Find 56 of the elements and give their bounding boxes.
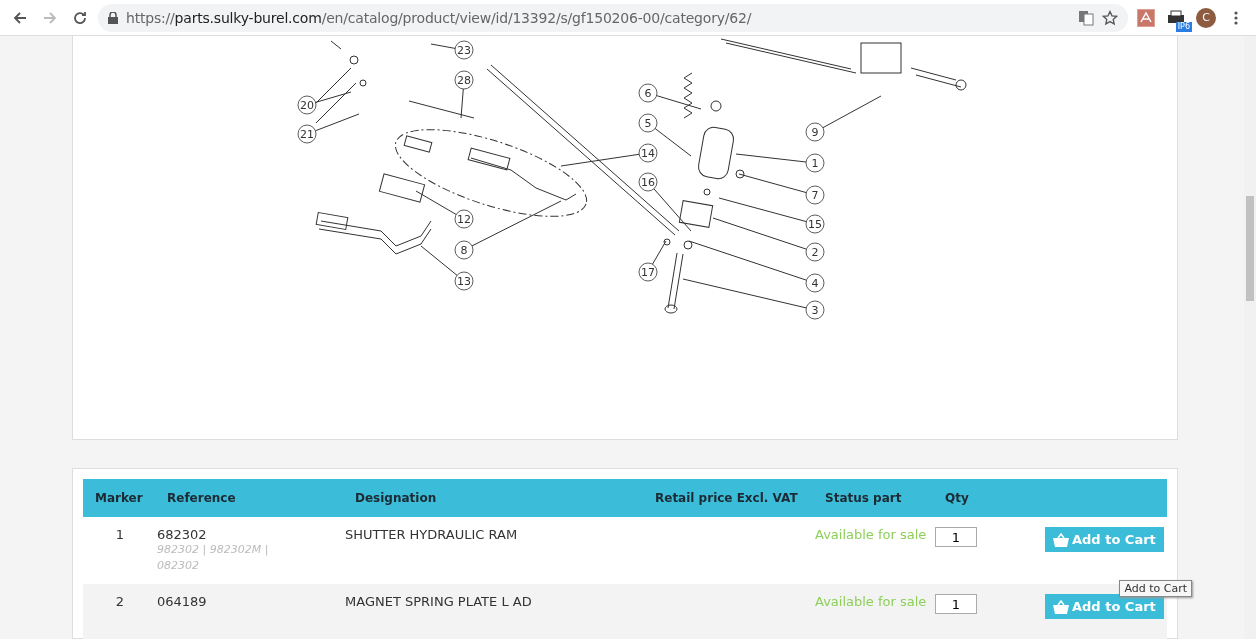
scrollbar-thumb[interactable] [1246,196,1254,301]
callout-number: 1 [805,153,825,173]
basket-icon [1053,532,1069,547]
leader-line [652,240,667,265]
status-text: Available for sale [815,594,928,609]
leader-line [822,95,882,129]
alternate-references: 982302 | 982302M | 082302 [157,542,270,574]
callout-number: 16 [638,172,658,192]
lock-icon [108,11,118,24]
profile-avatar[interactable]: C [1196,7,1216,28]
callout-number: 14 [638,143,658,163]
callout-number: 12 [454,209,474,229]
callout-number: 13 [454,271,474,291]
leader-line [654,128,692,157]
status-text: Available for sale [815,527,928,542]
reference-number: 682302 [157,527,208,542]
column-header: Reference [166,491,237,505]
star-icon[interactable] [1102,9,1118,26]
leader-line [420,245,458,276]
callout-number: 6 [638,83,658,103]
callout-number: 21 [297,124,317,144]
designation-cell-text: MAGNET SPRING PLATE L AD [345,594,533,609]
extension-badge: IP6 [1175,21,1192,32]
marker-cell-text: 2 [114,594,126,609]
translate-icon[interactable] [1078,9,1094,26]
url-text: https://parts.sulky-burel.com/en/catalog/product/view/id/13392/s/gf150206-00/category/62/ [126,9,752,26]
callout-number: 15 [805,214,825,234]
leader-line [735,153,807,163]
quantity-field[interactable]: 1 [935,527,977,547]
callout-number: 23 [454,40,474,60]
column-header: Qty [944,491,970,505]
callout-number: 3 [805,300,825,320]
address-bar[interactable]: https://parts.sulky-burel.com/en/catalog/product/view/id/13392/s/gf150206-00/category/62/ [98,3,1128,32]
quantity-field[interactable]: 1 [935,594,977,614]
column-header: Marker [94,491,144,505]
basket-icon [1053,599,1069,614]
leader-line [430,43,456,49]
callout-number: 28 [454,70,474,90]
callout-number: 8 [454,240,474,260]
column-header: Retail price Excl. VAT [654,491,799,505]
callout-number: 9 [805,122,825,142]
callout-number: 5 [638,113,658,133]
marker-cell-text: 1 [114,527,126,542]
callout-number: 17 [638,262,658,282]
reference-number: 064189 [157,594,208,609]
callout-number: 4 [805,273,825,293]
leader-line [314,113,360,132]
column-header: Designation [354,491,438,505]
designation-cell-text: SHUTTER HYDRAULIC RAM [345,527,519,542]
column-header: Status part [824,491,903,505]
tooltip: Add to Cart [1119,580,1192,597]
callout-number: 2 [805,242,825,262]
leader-line [738,173,807,194]
callout-number: 7 [805,185,825,205]
leader-line [315,91,352,103]
callout-number: 20 [297,95,317,115]
